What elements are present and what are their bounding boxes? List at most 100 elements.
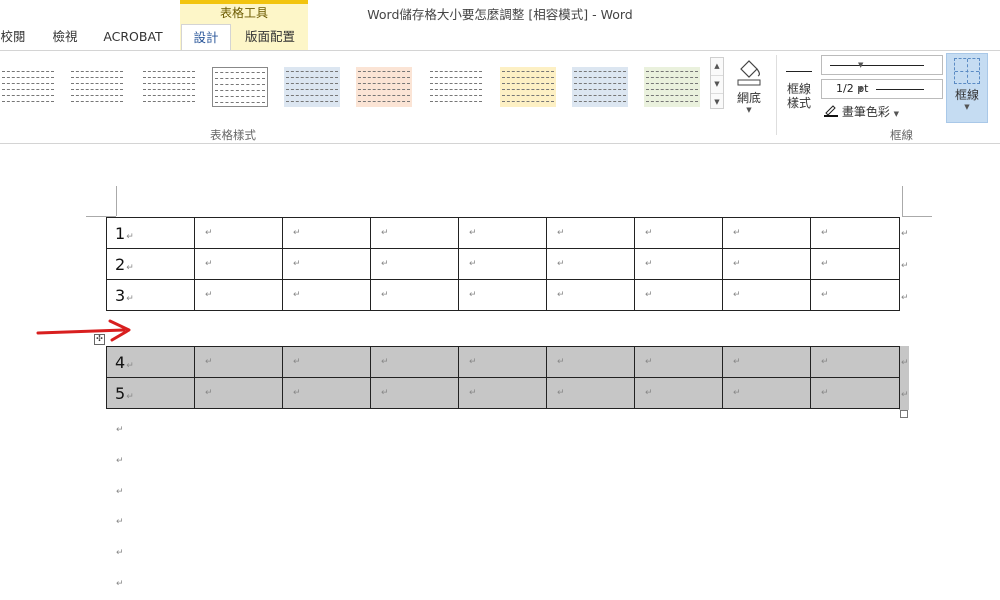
table-cell[interactable]: ↵ <box>722 279 811 311</box>
table-cell[interactable]: ↵ <box>546 217 635 249</box>
table-cell[interactable]: ↵ <box>370 248 459 280</box>
table-style-thumbnail[interactable] <box>644 67 700 107</box>
table-cell[interactable]: ↵ <box>370 279 459 311</box>
table-cell[interactable]: ↵ <box>546 346 635 378</box>
table-cell[interactable]: ↵ <box>194 377 283 409</box>
table-cell[interactable]: ↵ <box>194 217 283 249</box>
thumbnail-line <box>358 71 410 72</box>
table-style-thumbnail[interactable] <box>141 67 197 107</box>
table-cell[interactable]: ↵ <box>282 346 371 378</box>
table-resize-handle[interactable] <box>900 410 908 418</box>
pen-color-label: 畫筆色彩 <box>841 105 890 119</box>
table-cell[interactable]: ↵ <box>810 217 900 249</box>
table-cell[interactable]: ↵ <box>634 346 723 378</box>
tab-review[interactable]: 校閱 <box>0 24 26 49</box>
table-cell[interactable]: ↵ <box>722 377 811 409</box>
table-cell[interactable]: ↵ <box>370 217 459 249</box>
paragraph-mark-icon: ↵ <box>557 259 565 269</box>
table-style-thumbnail[interactable] <box>428 67 484 107</box>
tab-layout[interactable]: 版面配置 <box>236 24 304 49</box>
title-bar: Word儲存格大小要怎麼調整 [相容模式] - Word <box>0 0 1000 24</box>
paragraph-mark-icon: ↵ <box>469 228 477 238</box>
table-cell[interactable]: ↵ <box>810 279 900 311</box>
table-style-thumbnail[interactable] <box>572 67 628 107</box>
table-style-thumbnail[interactable] <box>356 67 412 107</box>
line-style-select[interactable]: ▼ <box>821 55 943 75</box>
gallery-scrollbar[interactable]: ▲ ▼ ▼ <box>710 57 724 109</box>
table-cell[interactable]: ↵ <box>458 248 547 280</box>
chevron-down-icon[interactable]: ▼ <box>711 76 723 94</box>
table-cell[interactable]: ↵ <box>370 377 459 409</box>
table-cell[interactable]: ↵ <box>282 248 371 280</box>
table-cell[interactable]: ↵ <box>634 377 723 409</box>
table-cell[interactable]: 3↵ <box>106 279 195 311</box>
thumbnail-line <box>286 77 338 78</box>
paragraph-mark-icon: ↵ <box>293 228 301 238</box>
thumbnail-line <box>143 77 195 78</box>
chevron-up-icon[interactable]: ▲ <box>711 58 723 76</box>
table-style-thumbnail[interactable] <box>69 67 125 107</box>
table-cell[interactable]: ↵ <box>282 217 371 249</box>
table-cell[interactable]: ↵ <box>634 248 723 280</box>
table-style-thumbnail[interactable] <box>212 67 268 107</box>
table-style-thumbnail[interactable] <box>284 67 340 107</box>
table-style-thumbnail[interactable] <box>500 67 556 107</box>
table-cell[interactable]: ↵ <box>810 248 900 280</box>
table-style-thumbnail[interactable] <box>0 67 56 107</box>
paragraph-mark-icon: ↵ <box>116 548 124 558</box>
table-cell[interactable]: ↵ <box>810 377 900 409</box>
table-cell[interactable]: ↵ <box>282 377 371 409</box>
tab-design[interactable]: 設計 <box>181 24 231 51</box>
borders-label: 框線 <box>954 88 979 102</box>
table-cell[interactable]: 4↵ <box>106 346 195 378</box>
table-cell[interactable]: ↵ <box>194 279 283 311</box>
thumbnail-line <box>71 89 123 90</box>
table-cell[interactable]: ↵ <box>634 217 723 249</box>
paragraph-mark-icon: ↵ <box>645 357 653 367</box>
thumbnail-line <box>71 71 123 72</box>
table-cell[interactable]: ↵ <box>546 377 635 409</box>
thumbnail-line <box>71 101 123 102</box>
thumbnail-line <box>502 83 554 84</box>
tab-acrobat[interactable]: ACROBAT <box>102 24 164 49</box>
table-cell[interactable]: ↵ <box>458 346 547 378</box>
borders-button[interactable]: 框線 ▼ <box>946 53 988 123</box>
group-separator <box>776 55 777 135</box>
table-cell[interactable]: ↵ <box>546 248 635 280</box>
table-cell[interactable]: ↵ <box>282 279 371 311</box>
paragraph-mark-icon: ↵ <box>557 290 565 300</box>
table-cell[interactable]: ↵ <box>458 279 547 311</box>
tab-view[interactable]: 檢視 <box>50 24 80 49</box>
table-cell[interactable]: ↵ <box>194 346 283 378</box>
line-weight-select[interactable]: 1/2 pt ▼ <box>821 79 943 99</box>
word-table-top[interactable]: 1↵ ↵ ↵ ↵ ↵ ↵ ↵ ↵ ↵ 2↵ ↵ ↵ ↵ ↵ ↵ ↵ ↵ ↵ 3↵ ↵ ↵ ↵ ↵ ↵ ↵ ↵ ↵ <box>106 217 900 311</box>
table-styles-gallery[interactable] <box>0 61 708 111</box>
contextual-tab-group: 表格工具 <box>180 0 308 24</box>
table-cell[interactable]: ↵ <box>810 346 900 378</box>
table-cell[interactable]: ↵ <box>722 248 811 280</box>
paragraph-mark-icon: ↵ <box>205 228 213 238</box>
shading-button[interactable]: 網底 ▼ <box>728 53 770 129</box>
table-cell[interactable]: ↵ <box>546 279 635 311</box>
thumbnail-line <box>215 84 265 85</box>
more-icon[interactable]: ▼ <box>711 94 723 111</box>
thumbnail-line <box>2 83 54 84</box>
table-move-handle-icon[interactable]: ✣ <box>94 334 105 345</box>
thumbnail-line <box>574 101 626 102</box>
chevron-down-icon: ▼ <box>893 110 900 118</box>
border-styles-button[interactable]: 框線 樣式 <box>780 55 818 125</box>
table-cell[interactable]: ↵ <box>194 248 283 280</box>
table-cell[interactable]: ↵ <box>458 217 547 249</box>
table-cell[interactable]: ↵ <box>722 217 811 249</box>
cell-text: 4 <box>115 352 126 372</box>
paragraph-mark-icon: ↵ <box>116 579 124 589</box>
table-cell[interactable]: 1↵ <box>106 217 195 249</box>
table-cell[interactable]: ↵ <box>634 279 723 311</box>
table-cell[interactable]: ↵ <box>722 346 811 378</box>
table-cell[interactable]: ↵ <box>370 346 459 378</box>
table-cell[interactable]: 2↵ <box>106 248 195 280</box>
table-cell[interactable]: ↵ <box>458 377 547 409</box>
pen-color-button[interactable]: 畫筆色彩 ▼ <box>824 103 899 120</box>
table-cell[interactable]: 5↵ <box>106 377 195 409</box>
word-table-bottom-selected[interactable]: 4↵ ↵ ↵ ↵ ↵ ↵ ↵ ↵ ↵ 5↵ ↵ ↵ ↵ ↵ ↵ ↵ ↵ ↵ <box>106 346 900 409</box>
